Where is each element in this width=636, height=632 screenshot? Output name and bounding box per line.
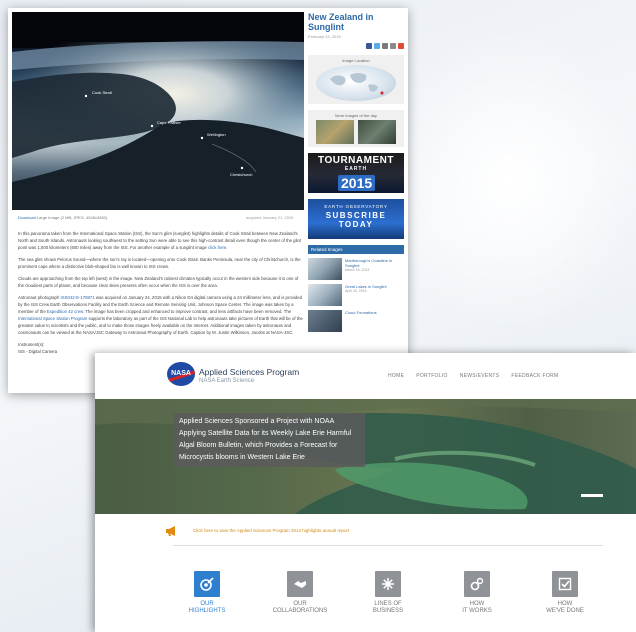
related-image-thumbnail[interactable] [308,310,342,332]
nasa-logo-text: NASA [171,370,191,377]
image-caption-line: Download Large Image (2 MB, JPEG, 4928x3… [18,215,107,220]
share-icons [308,43,404,49]
iss-program-link[interactable]: International Space Station Program [18,316,87,321]
related-image-item[interactable]: Great Lakes in Sunglint April 26, 2014 [308,284,404,306]
applied-sciences-page: NASA Applied Sciences Program NASA Earth… [95,353,636,632]
related-image-item[interactable]: Cloud Formations [308,310,404,332]
related-image-title[interactable]: Cloud Formations [345,310,377,315]
image-size-text: Large Image (2 MB, JPEG, 4928x3280) [36,215,108,220]
megaphone-icon [166,526,175,536]
plus-icon[interactable] [398,43,404,49]
hero-caption[interactable]: Applied Sciences Sponsored a Project wit… [174,413,365,467]
asterisk-icon [375,571,401,597]
tournament-title: TOURNAMENT [318,155,394,166]
article-body: In this panorama taken from the Internat… [18,230,304,355]
tournament-subtitle: EARTH [344,166,368,172]
world-map-icon [330,73,384,95]
sidebar-date: February 23, 2015 [308,34,341,39]
related-image-title[interactable]: Marlborough's Coastline in Sunglint [345,258,404,268]
download-link[interactable]: Download [18,215,36,220]
acquired-date: acquired January 21, 2015 [246,215,294,220]
article-paragraph: Clouds are approaching from the top left… [18,276,299,288]
sidebar: New Zealand in Sunglint February 23, 201… [308,12,404,332]
new-zealand-sunglint-image: Cook Strait Cape Palliser Wellington Chr… [12,12,304,210]
slide-indicator[interactable] [581,494,603,497]
nav-home[interactable]: HOME [388,373,404,379]
article-paragraph: The sea glint shows Pelorus Sound—where … [18,257,301,269]
tile-our-collaborations[interactable]: OUR COLLABORATIONS [270,571,330,615]
handshake-icon [287,571,313,597]
main-nav: HOME PORTFOLIO NEWS/EVENTS FEEDBACK FORM [388,373,558,379]
expedition-crew-link[interactable]: Expedition 42 crew [47,309,83,314]
place-label: Cape Palliser [157,120,181,125]
instrument-label: Instrument(s): [18,342,45,347]
related-image-date: April 26, 2014 [345,289,367,293]
tile-label: OUR COLLABORATIONS [272,601,328,614]
related-image-thumbnail[interactable] [308,284,342,306]
email-icon[interactable] [382,43,388,49]
background-glow [380,30,636,330]
program-subtitle: NASA Earth Science [199,378,255,384]
subscribe-brand: EARTH OBSERVATORY [324,204,388,209]
image-location-label: Image Location [342,58,370,63]
tile-our-highlights[interactable]: OUR HIGHLIGHTS [177,571,237,615]
tournament-earth-banner[interactable]: TOURNAMENT EARTH 2015 [308,153,404,193]
related-image-item[interactable]: Marlborough's Coastline in Sunglint Marc… [308,258,404,280]
tile-label: LINES OF BUSINESS [372,601,404,614]
nav-news-events[interactable]: NEWS/EVENTS [460,373,500,379]
tile-label: HOW IT WORKS [462,601,492,614]
image-location-panel: Image Location [308,55,404,104]
nasa-logo[interactable]: NASA [167,362,195,386]
target-icon [194,571,220,597]
divider [173,545,603,546]
sunglint-example-link[interactable]: click here. [208,245,227,250]
earth-observatory-page: Cook Strait Cape Palliser Wellington Chr… [8,8,408,393]
more-image-thumbnail[interactable] [358,120,396,144]
article-paragraph: Astronaut photograph ISS042-E-179871 was… [18,295,303,335]
site-header: NASA Applied Sciences Program NASA Earth… [95,353,636,399]
subscribe-today: TODAY [338,220,374,229]
tournament-year: 2015 [338,175,376,191]
feature-tiles: OUR HIGHLIGHTS OUR COLLABORATIONS LINES OF… [95,571,636,631]
photo-id-link[interactable]: ISS042-E-179871 [61,295,95,300]
location-globe-map[interactable] [316,65,396,101]
tile-how-it-works[interactable]: HOW IT WORKS [447,571,507,615]
related-image-date: March 16, 2013 [345,268,370,272]
twitter-icon[interactable] [374,43,380,49]
annual-report-link[interactable]: Click here to view the Applied Sciences … [193,528,349,533]
checkbox-icon [552,571,578,597]
hero-slide[interactable]: Applied Sciences Sponsored a Project wit… [95,399,636,514]
related-images-header: Related Images [308,245,404,254]
related-image-thumbnail[interactable] [308,258,342,280]
place-label: Cook Strait [92,90,113,95]
more-images-label: More images of the day [335,113,377,118]
gears-icon [464,571,490,597]
iss-panorama-photo[interactable]: Cook Strait Cape Palliser Wellington Chr… [12,12,304,210]
subscribe-label: SUBSCRIBE [325,211,387,220]
annual-report-notice: Click here to view the Applied Sciences … [95,521,636,549]
facebook-icon[interactable] [366,43,372,49]
tile-label: OUR HIGHLIGHTS [188,601,226,614]
tile-lines-of-business[interactable]: LINES OF BUSINESS [358,571,418,615]
place-label: Christchurch [230,172,252,177]
program-title[interactable]: Applied Sciences Program [199,367,299,377]
print-icon[interactable] [390,43,396,49]
subscribe-banner[interactable]: EARTH OBSERVATORY SUBSCRIBE TODAY [308,199,404,239]
more-image-thumbnail[interactable] [316,120,354,144]
article-paragraph: In this panorama taken from the Internat… [18,231,302,250]
tile-label: HOW WE'VE DONE [546,601,584,614]
sidebar-title: New Zealand in Sunglint [308,12,374,32]
tile-how-weve-done[interactable]: HOW WE'VE DONE [535,571,595,615]
nav-feedback-form[interactable]: FEEDBACK FORM [511,373,558,379]
more-images-panel: More images of the day [308,110,404,147]
nav-portfolio[interactable]: PORTFOLIO [416,373,448,379]
place-label: Wellington [207,132,226,137]
